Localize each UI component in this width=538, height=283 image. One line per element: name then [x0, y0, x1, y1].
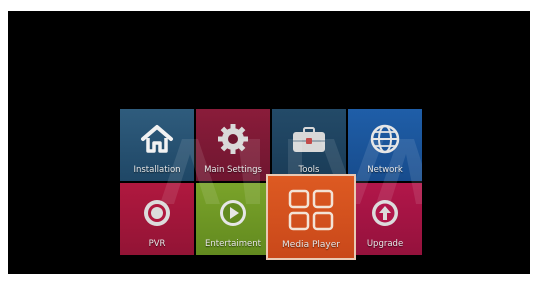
tile-tools[interactable]: Tools: [272, 109, 346, 181]
tile-label: Upgrade: [366, 239, 404, 249]
tile-label: Entertaiment: [205, 239, 261, 249]
tile-label: PVR: [148, 239, 166, 249]
tile-entertainment[interactable]: Entertaiment: [196, 183, 270, 255]
tile-upgrade[interactable]: Upgrade: [348, 183, 422, 255]
tile-label: Installation: [133, 165, 181, 175]
tile-label: Media Player: [282, 240, 340, 250]
tv-screen: Installation Main Settings Tools Network…: [8, 11, 530, 274]
upload-arrow-icon: [365, 195, 405, 231]
globe-icon: [365, 121, 405, 157]
gear-icon: [213, 121, 253, 157]
house-icon: [137, 121, 177, 157]
tile-pvr[interactable]: PVR: [120, 183, 194, 255]
tile-main-settings[interactable]: Main Settings: [196, 109, 270, 181]
tile-label: Main Settings: [204, 165, 262, 175]
tile-media-player[interactable]: Media Player: [266, 174, 356, 260]
toolbox-icon: [289, 121, 329, 157]
record-icon: [137, 195, 177, 231]
grid-icon: [287, 188, 335, 232]
play-icon: [213, 195, 253, 231]
tile-installation[interactable]: Installation: [120, 109, 194, 181]
tile-network[interactable]: Network: [348, 109, 422, 181]
tile-label: Network: [367, 165, 403, 175]
